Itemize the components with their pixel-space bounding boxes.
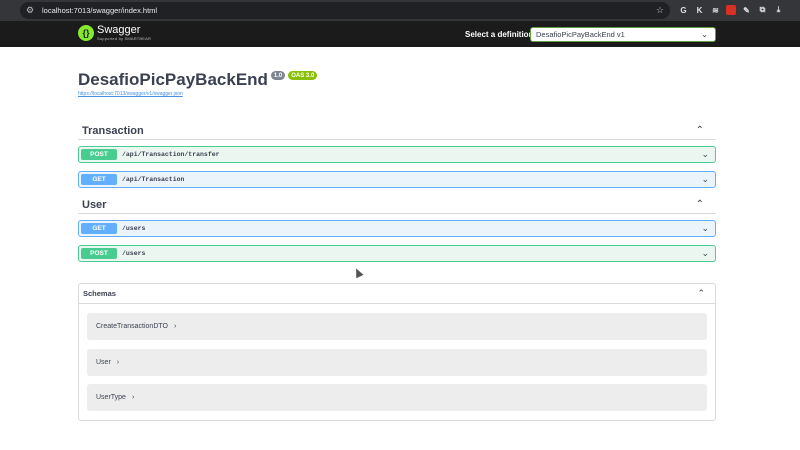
api-title-row: DesafioPicPayBackEnd 1.0 OAS 3.0 xyxy=(78,70,318,90)
schemas-section: Schemas ⌃ CreateTransactionDTO › User › … xyxy=(78,283,716,421)
extension-wave-icon[interactable]: ≋ xyxy=(710,3,721,17)
schemas-title: Schemas xyxy=(83,289,116,298)
chevron-right-icon: › xyxy=(131,394,135,401)
tag-name: Transaction xyxy=(82,124,144,137)
method-badge: GET xyxy=(81,223,117,234)
operation-post-transfer[interactable]: POST /api/Transaction/transfer ⌄ xyxy=(78,146,716,163)
chevron-right-icon: › xyxy=(116,359,120,366)
model-name: User xyxy=(96,359,111,366)
chevron-up-icon: ⌃ xyxy=(695,125,704,136)
tag-transaction[interactable]: Transaction ⌃ xyxy=(78,122,716,140)
definition-select[interactable]: DesafioPicPayBackEnd v1 ⌄ xyxy=(530,27,716,42)
operation-path: /api/Transaction xyxy=(122,176,185,183)
tag-user[interactable]: User ⌃ xyxy=(78,196,716,214)
method-badge: POST xyxy=(81,248,117,259)
logo-name: Swagger xyxy=(97,24,141,36)
extension-bar: G K ≋ ✎ ⧉ ⤓ xyxy=(678,3,784,17)
extension-red-icon[interactable] xyxy=(726,5,736,15)
bookmark-star-icon[interactable]: ☆ xyxy=(656,5,664,16)
operation-path: /api/Transaction/transfer xyxy=(122,151,220,158)
operation-path: /users xyxy=(122,250,146,257)
chevron-right-icon: › xyxy=(173,323,177,330)
definition-value: DesafioPicPayBackEnd v1 xyxy=(536,30,625,39)
address-bar[interactable]: ⚙ localhost:7013/swagger/index.html ☆ xyxy=(20,2,670,19)
extension-k-icon[interactable]: K xyxy=(694,3,705,17)
version-badge: 1.0 xyxy=(270,71,286,80)
operation-get-transaction[interactable]: GET /api/Transaction ⌄ xyxy=(78,171,716,188)
extension-pen-icon[interactable]: ✎ xyxy=(741,3,752,17)
operation-path: /users xyxy=(122,225,146,232)
tag-name: User xyxy=(82,198,107,211)
spec-url-link[interactable]: https://localhost:7013/swagger/v1/swagge… xyxy=(78,91,183,97)
model-name: UserType xyxy=(96,394,126,401)
site-info-icon[interactable]: ⚙ xyxy=(26,5,36,16)
address-url[interactable]: localhost:7013/swagger/index.html xyxy=(42,6,157,15)
chevron-down-icon: ⌄ xyxy=(701,149,709,159)
chevron-down-icon: ⌄ xyxy=(701,223,709,233)
method-badge: GET xyxy=(81,174,117,185)
definition-label: Select a definition xyxy=(465,30,534,39)
extensions-puzzle-icon[interactable]: ⧉ xyxy=(757,3,768,17)
operation-post-users[interactable]: POST /users ⌄ xyxy=(78,245,716,262)
browser-toolbar: ⚙ localhost:7013/swagger/index.html ☆ G … xyxy=(0,0,800,21)
operation-get-users[interactable]: GET /users ⌄ xyxy=(78,220,716,237)
logo-subtitle: Supported by SMARTBEAR xyxy=(97,36,152,41)
swagger-logo[interactable]: {} Swagger Supported by SMARTBEAR xyxy=(78,25,151,41)
model-usertype[interactable]: UserType › xyxy=(87,384,707,411)
chevron-down-icon: ⌄ xyxy=(701,248,709,258)
chevron-up-icon: ⌃ xyxy=(695,199,704,210)
mouse-cursor-icon xyxy=(352,266,364,279)
chevron-down-icon: ⌄ xyxy=(701,30,708,39)
extension-g-icon[interactable]: G xyxy=(678,3,689,17)
model-name: CreateTransactionDTO xyxy=(96,323,168,330)
chevron-up-icon: ⌃ xyxy=(697,288,705,298)
api-title: DesafioPicPayBackEnd xyxy=(78,70,268,89)
model-createtransactiondto[interactable]: CreateTransactionDTO › xyxy=(87,313,707,340)
chevron-down-icon: ⌄ xyxy=(701,174,709,184)
model-user[interactable]: User › xyxy=(87,349,707,376)
method-badge: POST xyxy=(81,149,117,160)
schemas-header[interactable]: Schemas ⌃ xyxy=(79,284,715,304)
swagger-topbar: {} Swagger Supported by SMARTBEAR Select… xyxy=(0,21,800,47)
oas-badge: OAS 3.0 xyxy=(288,71,318,80)
swagger-logo-icon: {} xyxy=(78,25,94,41)
download-icon[interactable]: ⤓ xyxy=(773,3,784,17)
